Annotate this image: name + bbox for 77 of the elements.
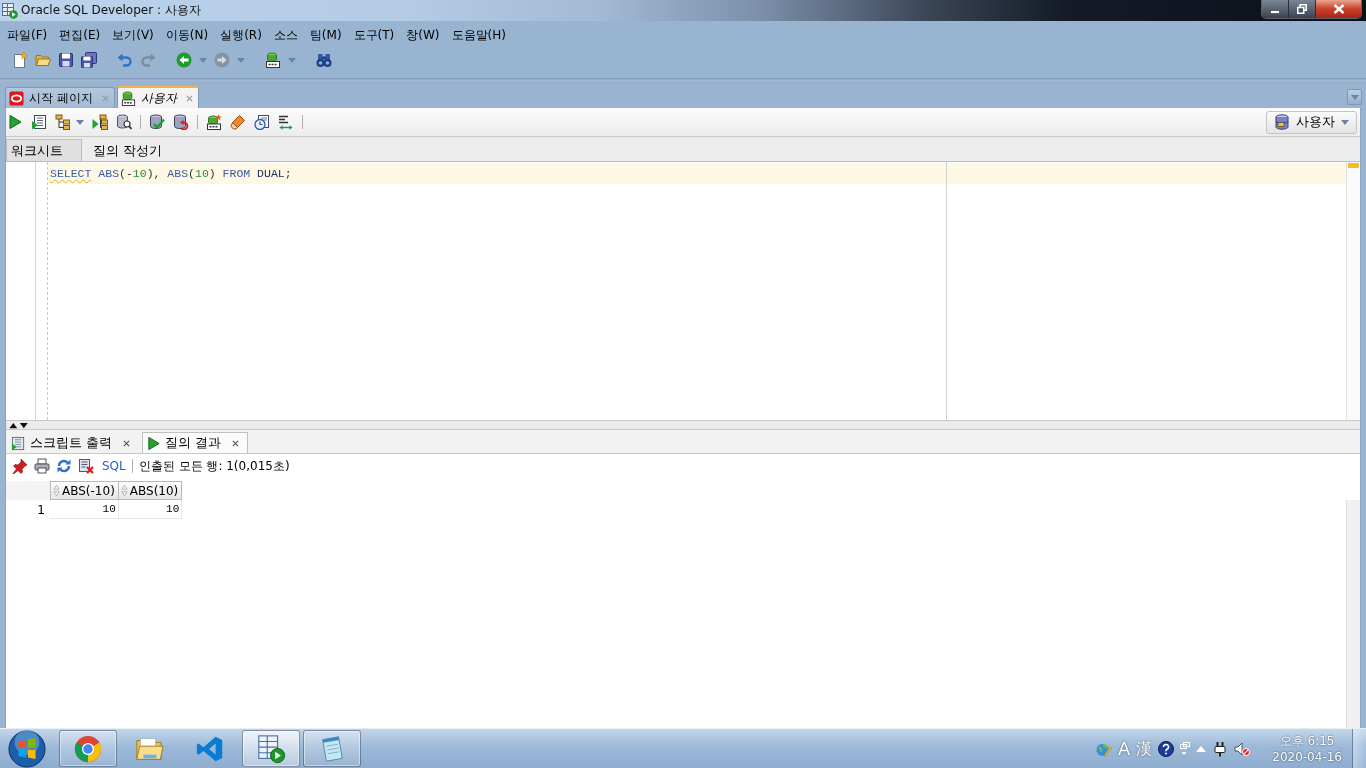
speaker-muted-icon[interactable] bbox=[1234, 740, 1251, 757]
dropdown-caret-icon[interactable] bbox=[76, 119, 84, 125]
menu-item[interactable]: 편집(E) bbox=[59, 27, 101, 44]
restore-icon bbox=[1297, 4, 1307, 14]
show-desktop-button[interactable] bbox=[1352, 729, 1366, 768]
table-play-icon bbox=[256, 733, 286, 764]
clock-document-icon[interactable] bbox=[254, 114, 270, 130]
status-text: 인출된 모든 행: 1(0,015초) bbox=[138, 457, 290, 475]
taskbar-button[interactable] bbox=[242, 730, 300, 767]
browser-icon bbox=[73, 733, 103, 764]
start-icon[interactable] bbox=[8, 729, 46, 768]
ring-icon bbox=[9, 90, 24, 106]
menu-item[interactable]: 도구(T) bbox=[353, 27, 395, 44]
minimize-button[interactable] bbox=[1262, 0, 1289, 18]
subtab[interactable]: 워크시트 bbox=[6, 139, 82, 161]
scrollbar[interactable] bbox=[1346, 500, 1360, 728]
column-header[interactable]: ABS(-10) bbox=[50, 481, 119, 500]
document-play-icon bbox=[11, 435, 26, 451]
database-star-icon[interactable] bbox=[206, 114, 222, 130]
database-label-icon bbox=[120, 90, 136, 106]
close-icon[interactable] bbox=[123, 439, 131, 447]
output-tab[interactable]: 스크립트 출력 bbox=[7, 432, 140, 453]
document-play-icon[interactable] bbox=[31, 114, 47, 130]
database-search-icon[interactable] bbox=[116, 114, 132, 130]
sql-link[interactable]: SQL bbox=[102, 459, 126, 473]
column-header[interactable]: ABS(10) bbox=[118, 481, 183, 500]
table-play-icon bbox=[2, 2, 18, 19]
close-button[interactable] bbox=[1316, 0, 1361, 18]
menu-item[interactable]: 소스 bbox=[273, 27, 298, 44]
window-title: Oracle SQL Developer : 사용자 bbox=[21, 2, 201, 19]
subtab[interactable]: 질의 작성기 bbox=[88, 139, 168, 161]
output-tab[interactable]: 질의 결과 bbox=[142, 432, 249, 453]
new-file-icon[interactable] bbox=[12, 52, 28, 68]
menu-item[interactable]: 보기(V) bbox=[112, 27, 154, 44]
minimize-icon bbox=[1270, 10, 1280, 14]
refresh-icon[interactable] bbox=[56, 458, 72, 474]
table-cell: 10 bbox=[118, 500, 183, 519]
restore-button[interactable] bbox=[1289, 0, 1316, 18]
print-icon[interactable] bbox=[34, 458, 50, 474]
database-plug-icon bbox=[1274, 114, 1290, 130]
code-line: SELECT ABS(-10), ABS(10) FROM DUAL; bbox=[50, 167, 292, 180]
menu-item[interactable]: 파일(F) bbox=[7, 27, 48, 44]
tree-icon[interactable] bbox=[55, 114, 71, 130]
save-all-icon[interactable] bbox=[81, 52, 97, 68]
help-icon[interactable] bbox=[1158, 740, 1175, 757]
menu-item[interactable]: 실행(R) bbox=[220, 27, 262, 44]
database-label-icon[interactable] bbox=[265, 52, 281, 68]
tree-play-icon[interactable] bbox=[92, 114, 108, 130]
lines-arrows-icon[interactable] bbox=[278, 114, 294, 130]
taskbar-button[interactable] bbox=[59, 730, 117, 767]
save-icon[interactable] bbox=[58, 52, 74, 68]
taskbar-button[interactable] bbox=[303, 730, 361, 767]
menu-item[interactable]: 도움말(H) bbox=[451, 27, 506, 44]
editor-tab[interactable]: 사용자 bbox=[116, 86, 199, 108]
play-icon[interactable] bbox=[7, 114, 23, 130]
folder-icon[interactable] bbox=[35, 52, 51, 68]
menu-item[interactable]: 팀(M) bbox=[309, 27, 342, 44]
menu-item[interactable]: 이동(N) bbox=[165, 27, 209, 44]
caret-icon bbox=[1350, 94, 1359, 100]
back-icon[interactable] bbox=[176, 52, 192, 68]
scroll-marker-icon bbox=[1348, 163, 1359, 168]
editor-tab[interactable]: 시작 페이지 bbox=[5, 87, 115, 108]
document-cross-icon[interactable] bbox=[78, 458, 94, 474]
database-check-icon[interactable] bbox=[149, 114, 165, 130]
connection-dropdown[interactable]: 사용자 bbox=[1266, 110, 1357, 134]
menu-item[interactable]: 창(W) bbox=[406, 27, 440, 44]
row-number: 1 bbox=[36, 501, 46, 519]
pin-icon[interactable] bbox=[12, 458, 28, 474]
table-cell: 10 bbox=[50, 500, 119, 519]
play-icon bbox=[146, 435, 162, 451]
eraser-icon[interactable] bbox=[230, 114, 246, 130]
plug-icon[interactable] bbox=[1212, 740, 1229, 757]
binoculars-icon[interactable] bbox=[316, 52, 332, 68]
close-icon[interactable] bbox=[232, 439, 240, 447]
database-arrow-icon[interactable] bbox=[173, 114, 189, 130]
close-icon bbox=[1332, 4, 1345, 14]
caret-icon bbox=[1341, 119, 1349, 125]
